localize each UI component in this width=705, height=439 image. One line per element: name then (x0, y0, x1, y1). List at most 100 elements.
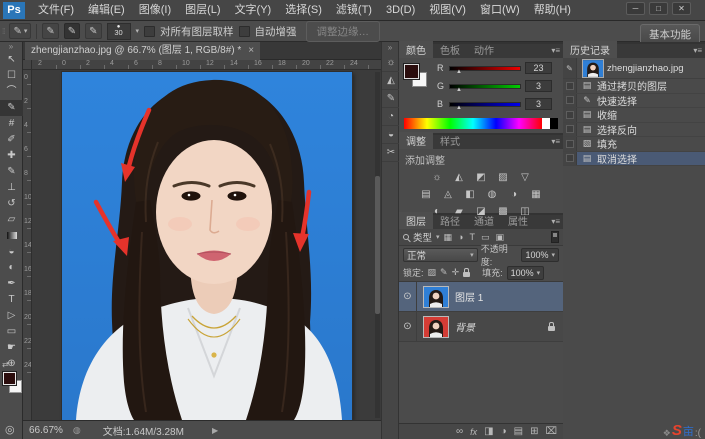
minimize-button[interactable]: ─ (626, 2, 645, 15)
brush-tool[interactable]: ✎ (0, 164, 23, 180)
opacity-field[interactable]: 100% ▾ (521, 248, 559, 262)
snapshot-thumbnail[interactable] (583, 60, 603, 77)
eyedropper-tool[interactable]: ✐ (0, 132, 23, 148)
adjustments-collapsed-icon[interactable]: ☼ (382, 54, 400, 72)
green-value[interactable]: 3 (525, 80, 552, 92)
tab-history[interactable]: 历史记录 (563, 41, 617, 58)
adjustment-layer-icon[interactable]: ◑ (501, 426, 507, 437)
adjustment-icon-0-0[interactable]: ☼ (430, 171, 445, 184)
tab-properties[interactable]: 属性 (501, 212, 535, 229)
history-checkbox[interactable] (566, 154, 574, 162)
zoom-level[interactable]: 66.67% (29, 425, 63, 436)
brush-presets-collapsed-icon[interactable]: ✎ (382, 90, 400, 108)
history-source-column[interactable] (563, 94, 577, 108)
maximize-button[interactable]: □ (649, 2, 668, 15)
color-spectrum-bar[interactable] (404, 118, 558, 129)
eraser-tool[interactable]: ▱ (0, 212, 23, 228)
history-source-column[interactable]: ✎ (563, 58, 577, 78)
layer-thumbnail[interactable] (424, 317, 448, 337)
adjustment-icon-0-1[interactable]: ◭ (452, 171, 467, 184)
expand-panels-icon[interactable]: » (382, 42, 398, 54)
red-value[interactable]: 23 (525, 62, 552, 74)
adjustment-icon-1-5[interactable]: ▦ (529, 188, 544, 201)
histogram-collapsed-icon[interactable]: ◭ (382, 72, 400, 90)
path-selection-tool[interactable]: ▷ (0, 308, 23, 324)
layer-filter-icon-0[interactable]: ▦ (444, 232, 453, 243)
history-state-3[interactable]: ▤选择反向 (563, 123, 705, 138)
foreground-color-well[interactable] (404, 64, 419, 79)
history-state-0[interactable]: ▤通过拷贝的图层 (563, 79, 705, 94)
slider-thumb-icon[interactable]: ▲ (456, 105, 462, 111)
history-state-4[interactable]: ▧填充 (563, 137, 705, 152)
history-state-5[interactable]: ▤取消选择 (563, 152, 705, 167)
layer-mask-icon[interactable]: ◨ (484, 426, 493, 437)
lock-position-icon[interactable]: ✛ (452, 267, 460, 278)
adjustment-icon-1-1[interactable]: ◬ (441, 188, 456, 201)
rainbow-ramp[interactable] (404, 118, 542, 129)
hand-tool[interactable]: ☛ (0, 340, 23, 356)
tool-preset-dropdown[interactable]: ✎ ▾ (9, 23, 31, 39)
sample-all-layers-checkbox[interactable] (144, 26, 155, 37)
document-tab[interactable]: zhengjianzhao.jpg @ 66.7% (图层 1, RGB/8#)… (25, 42, 260, 60)
layer-filter-icon-4[interactable]: ▣ (496, 232, 505, 243)
scrollbar-thumb[interactable] (375, 176, 380, 314)
history-snapshot-row[interactable]: ✎ zhengjianzhao.jpg (563, 58, 705, 79)
visibility-eye-icon[interactable]: ⊙ (399, 312, 417, 341)
layer-filter-icon-1[interactable]: ◑ (458, 232, 463, 243)
lock-all-icon[interactable] (463, 272, 470, 277)
new-selection-mode-button[interactable]: ✎ (42, 23, 58, 39)
marquee-tool[interactable]: ☐ (0, 68, 23, 84)
history-state-1[interactable]: ✎快速选择 (563, 94, 705, 109)
layer-group-icon[interactable]: ▤ (514, 426, 523, 437)
tab-adjustments[interactable]: 调整 (399, 132, 433, 149)
lock-pixels-icon[interactable]: ✎ (440, 267, 448, 278)
foreground-color-swatch[interactable] (3, 372, 16, 385)
blur-tool[interactable]: ◒ (0, 244, 23, 260)
adjustment-icon-0-2[interactable]: ◩ (474, 171, 489, 184)
menu-item-4[interactable]: 文字(Y) (228, 0, 279, 20)
history-source-column[interactable] (563, 108, 577, 122)
blue-slider[interactable]: ▲ (449, 102, 521, 107)
menu-item-2[interactable]: 图像(I) (132, 0, 178, 20)
collapse-toolbar-icon[interactable]: » (0, 42, 22, 52)
tab-styles[interactable]: 样式 (433, 132, 467, 149)
panel-menu-icon[interactable]: ▾≡ (693, 46, 702, 55)
layer-row-background[interactable]: ⊙ 背景 (399, 312, 563, 342)
clone-source-collapsed-icon[interactable]: ◔ (382, 108, 400, 126)
layer-style-fx-icon[interactable]: fx (470, 427, 477, 437)
history-source-column[interactable] (563, 152, 577, 166)
blue-value[interactable]: 3 (525, 98, 552, 110)
shape-tool[interactable]: ▭ (0, 324, 23, 340)
red-slider[interactable]: ▲ (449, 66, 521, 71)
vertical-scrollbar[interactable] (375, 72, 380, 418)
menu-item-1[interactable]: 编辑(E) (81, 0, 132, 20)
tab-color[interactable]: 颜色 (399, 41, 433, 58)
layer-thumbnail[interactable] (424, 287, 448, 307)
history-brush-tool[interactable]: ↺ (0, 196, 23, 212)
lock-transparency-icon[interactable]: ▨ (428, 267, 437, 278)
menu-item-7[interactable]: 3D(D) (379, 0, 422, 20)
pen-tool[interactable]: ✒ (0, 276, 23, 292)
add-to-selection-mode-button[interactable]: ✎ (64, 23, 80, 39)
layer-row-layer1[interactable]: ⊙ 图层 1 (399, 282, 563, 312)
history-checkbox[interactable] (566, 96, 574, 104)
adjustment-icon-0-4[interactable]: ▽ (518, 171, 533, 184)
tab-swatches[interactable]: 色板 (433, 41, 467, 58)
type-tool[interactable]: T (0, 292, 23, 308)
link-layers-icon[interactable]: ∞ (456, 426, 463, 437)
panel-menu-icon[interactable]: ▾≡ (551, 217, 560, 226)
panel-menu-icon[interactable]: ▾≡ (551, 46, 560, 55)
layer-name[interactable]: 图层 1 (455, 289, 483, 304)
status-options-arrow[interactable]: ▶ (212, 426, 218, 435)
clone-stamp-tool[interactable]: ⊥ (0, 180, 23, 196)
filter-toggle-switch[interactable] (551, 231, 559, 243)
quick-mask-button[interactable]: ◎ (5, 423, 15, 436)
tab-channels[interactable]: 通道 (467, 212, 501, 229)
menu-item-6[interactable]: 滤镜(T) (329, 0, 379, 20)
info-collapsed-icon[interactable]: ◒ (382, 126, 400, 144)
dodge-tool[interactable]: ◐ (0, 260, 23, 276)
adjustment-icon-1-2[interactable]: ◧ (463, 188, 478, 201)
black-swatch[interactable] (550, 118, 558, 129)
brush-size-chevron-icon[interactable]: ▾ (136, 27, 140, 35)
visibility-eye-icon[interactable]: ⊙ (399, 282, 417, 311)
